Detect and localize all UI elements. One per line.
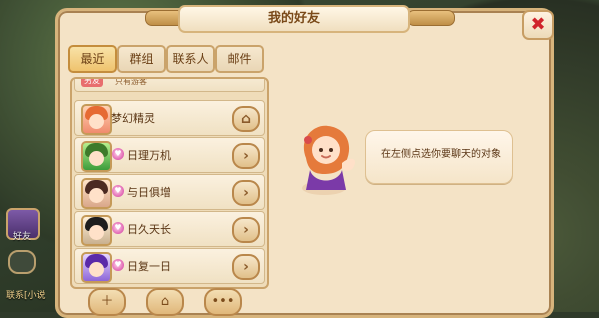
chevron-right-icon[interactable]: › bbox=[232, 254, 260, 280]
tab-mail[interactable]: 邮件 bbox=[215, 45, 264, 73]
bottom-action-bar: ＋ ⌂ ••• bbox=[0, 288, 599, 316]
chat-character-illustration bbox=[302, 125, 356, 195]
tab-groups[interactable]: 群组 bbox=[117, 45, 166, 73]
home-icon[interactable]: ⌂ bbox=[232, 106, 260, 132]
list-item[interactable]: ♥ 日复一日 › bbox=[74, 248, 265, 284]
contact-name: 梦幻精灵 bbox=[111, 112, 155, 125]
list-item-partial[interactable]: 另友 只有游客 bbox=[74, 77, 265, 92]
chevron-right-icon[interactable]: › bbox=[232, 217, 260, 243]
avatar-face bbox=[89, 114, 104, 129]
title-ornament-right bbox=[407, 10, 455, 26]
chat-hint-bubble: 在左侧点选你要聊天的对象 bbox=[365, 130, 513, 184]
friends-hud-label: 好友 bbox=[12, 232, 31, 242]
more-icon: ••• bbox=[211, 294, 235, 309]
contact-name: 日理万机 bbox=[127, 149, 171, 162]
list-item[interactable]: ♥ 日久天长 › bbox=[74, 211, 265, 247]
close-button[interactable]: ✖ bbox=[522, 10, 554, 40]
avatar bbox=[81, 215, 112, 246]
tab-contacts[interactable]: 联系人 bbox=[166, 45, 215, 73]
chevron-right-icon[interactable]: › bbox=[232, 143, 260, 169]
avatar bbox=[81, 252, 112, 283]
home-icon: ⌂ bbox=[160, 294, 170, 309]
chat-hud-icon[interactable] bbox=[8, 250, 36, 274]
contact-name: 与日俱增 bbox=[127, 186, 171, 199]
list-item[interactable]: ♥ 与日俱增 › bbox=[74, 174, 265, 210]
window-title: 我的好友 bbox=[178, 5, 410, 33]
chevron-right-icon[interactable]: › bbox=[232, 180, 260, 206]
heart-icon: ♥ bbox=[112, 222, 124, 234]
partial-row-text: 只有游客 bbox=[115, 77, 147, 86]
contact-name: 日久天长 bbox=[127, 223, 171, 236]
left-hud: 好友 联系[小说 bbox=[0, 0, 60, 312]
tab-recent[interactable]: 最近 bbox=[68, 45, 117, 73]
avatar bbox=[81, 141, 112, 172]
avatar-face bbox=[89, 225, 104, 240]
recent-contacts-list[interactable]: 另友 只有游客 梦幻精灵 ⌂ ♥ 日理万机 › ♥ 与日俱增 › ♥ 日久天长 … bbox=[70, 77, 269, 289]
close-icon: ✖ bbox=[530, 14, 546, 35]
friend-tag: 另友 bbox=[81, 79, 103, 87]
avatar bbox=[81, 178, 112, 209]
heart-icon: ♥ bbox=[112, 185, 124, 197]
chat-hint-text: 在左侧点选你要聊天的对象 bbox=[381, 149, 501, 160]
avatar-face bbox=[89, 188, 104, 203]
heart-icon: ♥ bbox=[112, 148, 124, 160]
avatar bbox=[81, 104, 112, 135]
avatar-face bbox=[89, 262, 104, 277]
contact-name: 日复一日 bbox=[127, 260, 171, 273]
add-friend-icon: ＋ bbox=[100, 294, 114, 309]
avatar-face bbox=[89, 151, 104, 166]
list-item[interactable]: ♥ 日理万机 › bbox=[74, 137, 265, 173]
list-item[interactable]: 梦幻精灵 ⌂ bbox=[74, 100, 265, 136]
heart-icon: ♥ bbox=[112, 259, 124, 271]
